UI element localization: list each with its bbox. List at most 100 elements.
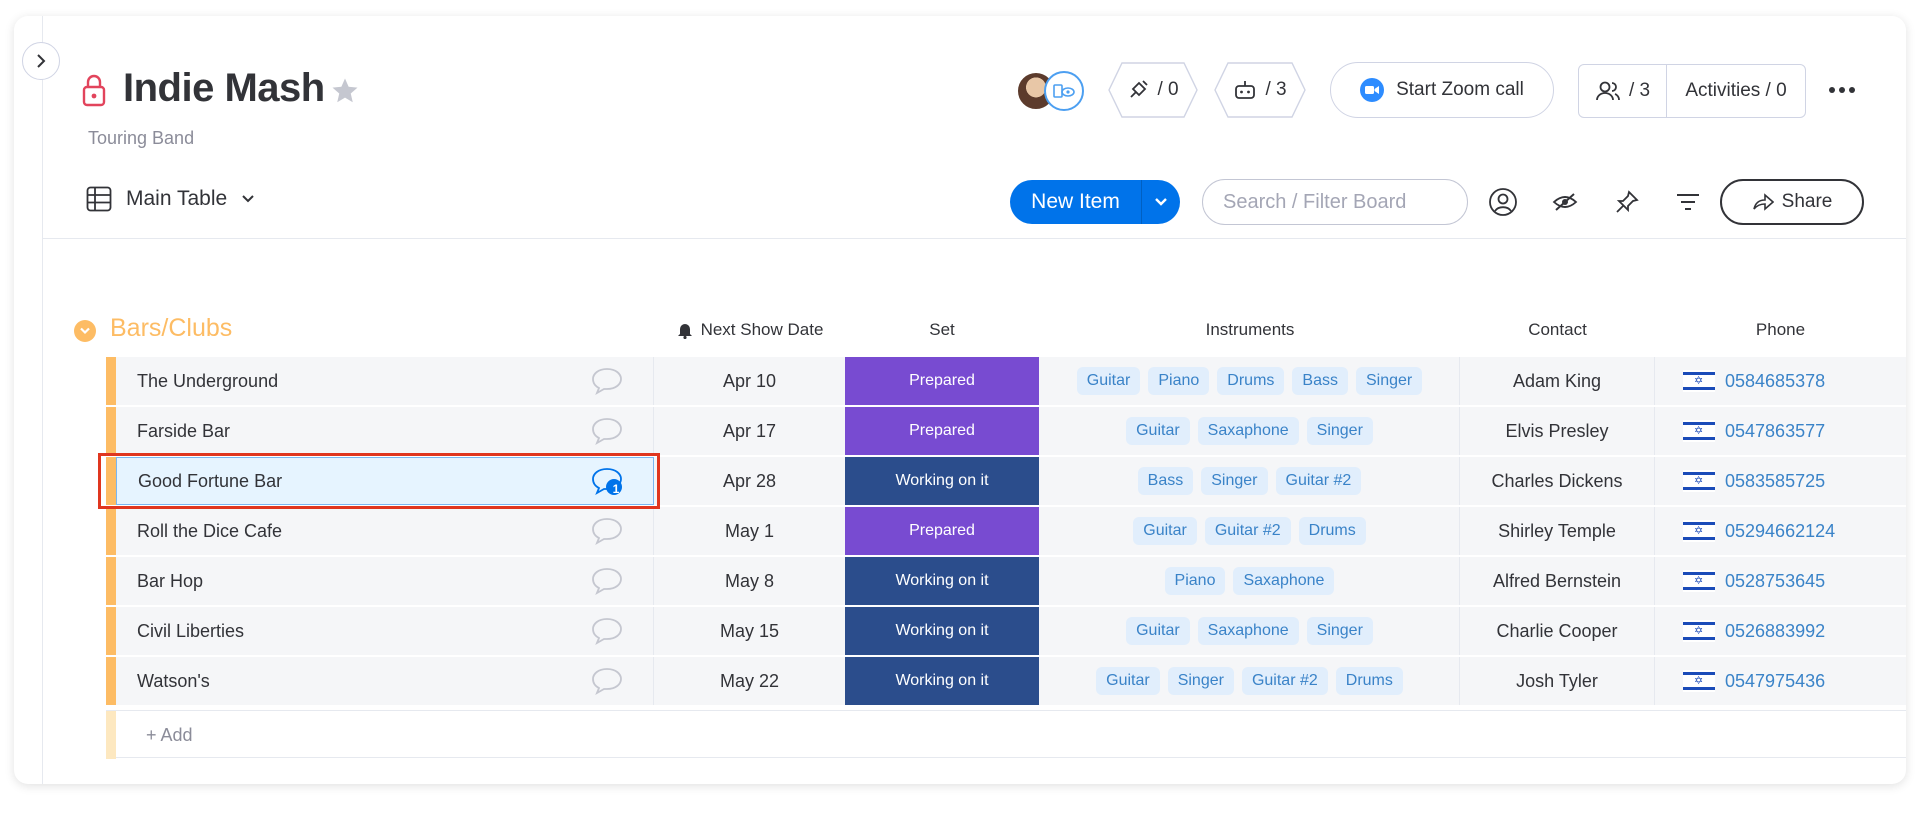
activities-button[interactable]: Activities / 0 <box>1667 80 1805 102</box>
table-row[interactable]: Good Fortune Bar 1 Apr 28 Working on it … <box>106 457 1906 505</box>
search-input[interactable] <box>1202 179 1468 225</box>
contact[interactable]: Elvis Presley <box>1460 407 1655 455</box>
item-name[interactable]: Bar Hop <box>116 557 654 605</box>
phone[interactable]: ✡ 0528753645 <box>1655 557 1906 605</box>
instrument-tag[interactable]: Bass <box>1137 467 1194 495</box>
item-name[interactable]: Roll the Dice Cafe <box>116 507 654 555</box>
phone-number[interactable]: 0547863577 <box>1725 421 1825 442</box>
column-header-instruments[interactable]: Instruments <box>1040 320 1460 340</box>
set-status[interactable]: Working on it <box>845 457 1039 505</box>
phone[interactable]: ✡ 05294662124 <box>1655 507 1906 555</box>
phone-number[interactable]: 0583585725 <box>1725 471 1825 492</box>
phone-number[interactable]: 0528753645 <box>1725 571 1825 592</box>
group-title[interactable]: Bars/Clubs <box>110 314 232 343</box>
column-header-phone[interactable]: Phone <box>1655 320 1906 340</box>
column-header-set[interactable]: Set <box>845 320 1039 340</box>
instrument-tag[interactable]: Piano <box>1148 367 1210 395</box>
instrument-tag[interactable]: Saxaphone <box>1197 617 1299 645</box>
automations-button[interactable]: / 3 <box>1214 62 1306 118</box>
hide-columns-button[interactable] <box>1549 186 1581 218</box>
instrument-tag[interactable]: Drums <box>1298 517 1366 545</box>
board-description[interactable]: Touring Band <box>88 128 194 149</box>
view-switcher[interactable]: Main Table <box>86 186 255 212</box>
guest-avatar[interactable] <box>1044 71 1084 111</box>
add-item-label[interactable]: + Add <box>146 725 193 746</box>
instruments-tags[interactable]: Guitar Singer Guitar #2 Drums <box>1040 657 1460 705</box>
set-status[interactable]: Prepared <box>845 507 1039 555</box>
contact[interactable]: Charles Dickens <box>1460 457 1655 505</box>
instruments-tags[interactable]: Piano Saxaphone <box>1040 557 1460 605</box>
item-name[interactable]: Good Fortune Bar <box>116 457 654 505</box>
next-show-date[interactable]: Apr 17 <box>650 407 850 455</box>
instrument-tag[interactable]: Guitar #2 <box>1241 667 1328 695</box>
instrument-tag[interactable]: Guitar <box>1126 617 1190 645</box>
instrument-tag[interactable]: Singer <box>1201 467 1268 495</box>
next-show-date[interactable]: May 22 <box>650 657 850 705</box>
phone-number[interactable]: 05294662124 <box>1725 521 1835 542</box>
instrument-tag[interactable]: Guitar #2 <box>1275 467 1362 495</box>
item-name[interactable]: Farside Bar <box>116 407 654 455</box>
sidebar-toggle-button[interactable] <box>22 42 60 80</box>
column-header-next-show-date[interactable]: Next Show Date <box>650 320 850 340</box>
instrument-tag[interactable]: Guitar <box>1076 367 1141 395</box>
phone-number[interactable]: 0584685378 <box>1725 371 1825 392</box>
instrument-tag[interactable]: Guitar <box>1096 667 1160 695</box>
instrument-tag[interactable]: Guitar #2 <box>1204 517 1291 545</box>
set-status[interactable]: Working on it <box>845 607 1039 655</box>
integrations-button[interactable]: / 0 <box>1108 62 1198 118</box>
next-show-date[interactable]: Apr 10 <box>650 357 850 405</box>
instrument-tag[interactable]: Singer <box>1167 667 1234 695</box>
group-collapse-button[interactable] <box>74 320 96 342</box>
table-row[interactable]: Bar Hop May 8 Working on it Piano Saxapho… <box>106 557 1906 605</box>
comment-icon[interactable] <box>590 416 624 446</box>
instrument-tag[interactable]: Drums <box>1335 667 1403 695</box>
members-button[interactable]: / 3 <box>1579 65 1667 117</box>
item-name[interactable]: Watson's <box>116 657 654 705</box>
table-row[interactable]: The Underground Apr 10 Prepared Guitar Pi… <box>106 357 1906 405</box>
phone[interactable]: ✡ 0526883992 <box>1655 607 1906 655</box>
instruments-tags[interactable]: Guitar Guitar #2 Drums <box>1040 507 1460 555</box>
instrument-tag[interactable]: Singer <box>1355 367 1423 395</box>
contact[interactable]: Charlie Cooper <box>1460 607 1655 655</box>
instruments-tags[interactable]: Bass Singer Guitar #2 <box>1040 457 1460 505</box>
set-status[interactable]: Working on it <box>845 657 1039 705</box>
next-show-date[interactable]: May 8 <box>650 557 850 605</box>
instrument-tag[interactable]: Singer <box>1306 417 1373 445</box>
instruments-tags[interactable]: Guitar Saxaphone Singer <box>1040 407 1460 455</box>
instrument-tag[interactable]: Piano <box>1164 567 1226 595</box>
next-show-date[interactable]: Apr 28 <box>650 457 850 505</box>
instrument-tag[interactable]: Guitar <box>1133 517 1197 545</box>
comment-icon[interactable] <box>590 666 624 696</box>
instrument-tag[interactable]: Bass <box>1292 367 1348 395</box>
instruments-tags[interactable]: Guitar Piano Drums Bass Singer <box>1040 357 1460 405</box>
comment-icon[interactable] <box>590 566 624 596</box>
instrument-tag[interactable]: Singer <box>1306 617 1373 645</box>
instrument-tag[interactable]: Saxaphone <box>1233 567 1335 595</box>
phone[interactable]: ✡ 0584685378 <box>1655 357 1906 405</box>
share-button[interactable]: Share <box>1720 179 1864 225</box>
board-title[interactable]: Indie Mash <box>123 66 325 111</box>
set-status[interactable]: Prepared <box>845 357 1039 405</box>
phone[interactable]: ✡ 0583585725 <box>1655 457 1906 505</box>
next-show-date[interactable]: May 15 <box>650 607 850 655</box>
table-row[interactable]: Farside Bar Apr 17 Prepared Guitar Saxaph… <box>106 407 1906 455</box>
contact[interactable]: Josh Tyler <box>1460 657 1655 705</box>
contact[interactable]: Alfred Bernstein <box>1460 557 1655 605</box>
contact[interactable]: Shirley Temple <box>1460 507 1655 555</box>
more-icon[interactable] <box>1826 76 1858 104</box>
comment-icon[interactable] <box>590 616 624 646</box>
instrument-tag[interactable]: Saxaphone <box>1197 417 1299 445</box>
comment-icon[interactable] <box>590 516 624 546</box>
table-row[interactable]: Watson's May 22 Working on it Guitar Sing… <box>106 657 1906 705</box>
phone-number[interactable]: 0526883992 <box>1725 621 1825 642</box>
column-header-contact[interactable]: Contact <box>1460 320 1655 340</box>
table-row[interactable]: Civil Liberties May 15 Working on it Gui… <box>106 607 1906 655</box>
phone-number[interactable]: 0547975436 <box>1725 671 1825 692</box>
next-show-date[interactable]: May 1 <box>650 507 850 555</box>
new-item-button[interactable]: New Item <box>1010 180 1142 224</box>
person-filter-button[interactable] <box>1487 186 1519 218</box>
table-row[interactable]: Roll the Dice Cafe May 1 Prepared Guitar… <box>106 507 1906 555</box>
item-name[interactable]: Civil Liberties <box>116 607 654 655</box>
contact[interactable]: Adam King <box>1460 357 1655 405</box>
phone[interactable]: ✡ 0547975436 <box>1655 657 1906 705</box>
